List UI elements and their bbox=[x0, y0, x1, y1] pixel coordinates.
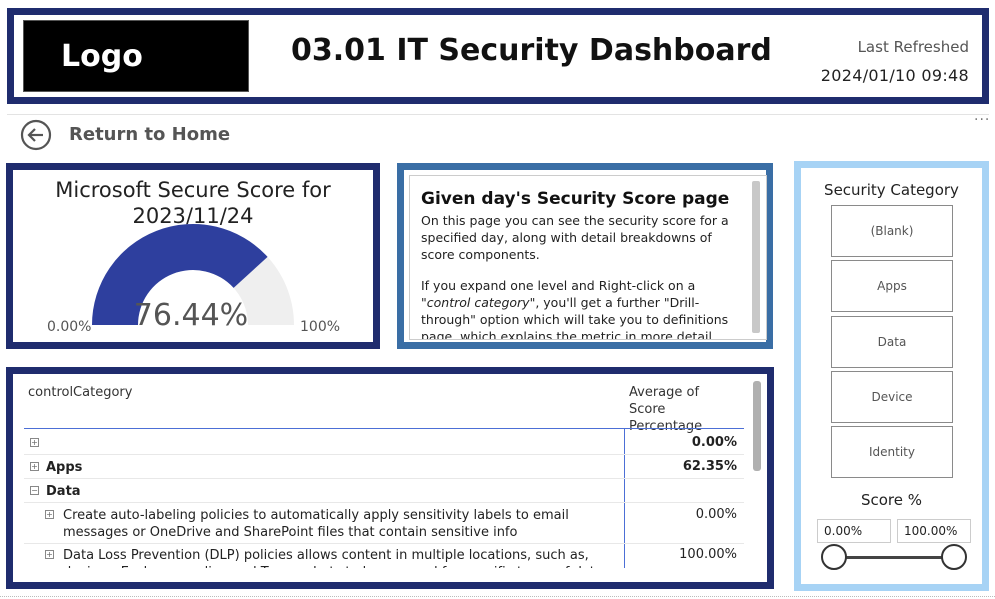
gauge-max-label: 100% bbox=[300, 319, 341, 335]
info-card: Given day's Security Score page On this … bbox=[397, 163, 773, 349]
table-scrollbar[interactable] bbox=[753, 381, 761, 471]
table-row-value: 0.00% bbox=[695, 507, 737, 522]
row-divider bbox=[24, 502, 744, 503]
column-header-category[interactable]: controlCategory bbox=[28, 385, 132, 400]
header-divider bbox=[24, 428, 744, 429]
range-slicer-title: Score % bbox=[860, 491, 923, 509]
range-track bbox=[833, 556, 955, 559]
info-scrollbar[interactable] bbox=[752, 181, 760, 333]
header-banner: Logo 03.01 IT Security Dashboard Last Re… bbox=[7, 8, 989, 104]
table-row-label[interactable]: Create auto-labeling policies to automat… bbox=[63, 507, 618, 541]
nav-separator bbox=[7, 114, 989, 115]
slicer-item-blank[interactable]: (Blank) bbox=[831, 205, 953, 257]
range-min-handle[interactable] bbox=[821, 544, 847, 570]
logo: Logo bbox=[23, 20, 249, 92]
table-row-label[interactable]: Data Loss Prevention (DLP) policies allo… bbox=[63, 547, 618, 568]
range-max-handle[interactable] bbox=[941, 544, 967, 570]
arrow-left-circle-icon[interactable] bbox=[20, 119, 52, 151]
slicer-item-identity[interactable]: Identity bbox=[831, 426, 953, 478]
gauge-min-label: 0.00% bbox=[47, 319, 92, 335]
return-home-link[interactable]: Return to Home bbox=[69, 124, 230, 145]
table-row-value: 0.00% bbox=[691, 435, 737, 450]
slicer-item-data[interactable]: Data bbox=[831, 316, 953, 368]
row-divider bbox=[24, 454, 744, 455]
info-textbox: Given day's Security Score page On this … bbox=[409, 175, 767, 340]
table-row-value: 62.35% bbox=[682, 459, 737, 474]
slicer-item-device[interactable]: Device bbox=[831, 371, 953, 423]
range-min-input[interactable]: 0.00% bbox=[817, 519, 891, 543]
slicer-title: Security Category bbox=[824, 181, 959, 199]
expand-icon[interactable]: + bbox=[30, 462, 39, 471]
collapse-icon[interactable]: − bbox=[30, 486, 39, 495]
last-refreshed-value: 2024/01/10 09:48 bbox=[820, 66, 969, 85]
table-row-label[interactable]: Data bbox=[46, 483, 81, 500]
table-row-clip: + Data Loss Prevention (DLP) policies al… bbox=[13, 544, 753, 568]
info-title: Given day's Security Score page bbox=[421, 189, 730, 209]
secure-score-card: Microsoft Secure Score for 2023/11/24 0.… bbox=[6, 163, 380, 349]
expand-icon[interactable]: + bbox=[30, 438, 39, 447]
table-row-value: 100.00% bbox=[679, 547, 737, 562]
page-bottom-border bbox=[0, 596, 995, 597]
expand-icon[interactable]: + bbox=[45, 550, 54, 559]
gauge-value-label: 76.44% bbox=[133, 298, 249, 333]
row-divider bbox=[24, 478, 744, 479]
info-paragraph-1: On this page you can see the security sc… bbox=[421, 213, 729, 262]
page-title: 03.01 IT Security Dashboard bbox=[291, 33, 772, 68]
ellipsis-icon[interactable]: ··· bbox=[974, 112, 990, 128]
info-paragraph-2: If you expand one level and Right-click … bbox=[421, 278, 729, 340]
range-max-input[interactable]: 100.00% bbox=[897, 519, 971, 543]
table-row-label[interactable]: Apps bbox=[46, 459, 82, 476]
expand-icon[interactable]: + bbox=[45, 510, 54, 519]
matrix-table: controlCategory Average of Score Percent… bbox=[6, 367, 774, 589]
last-refreshed-label: Last Refreshed bbox=[857, 38, 969, 56]
slicer-item-apps[interactable]: Apps bbox=[831, 260, 953, 312]
slicer-panel: Security Category (Blank) Apps Data Devi… bbox=[794, 161, 989, 591]
